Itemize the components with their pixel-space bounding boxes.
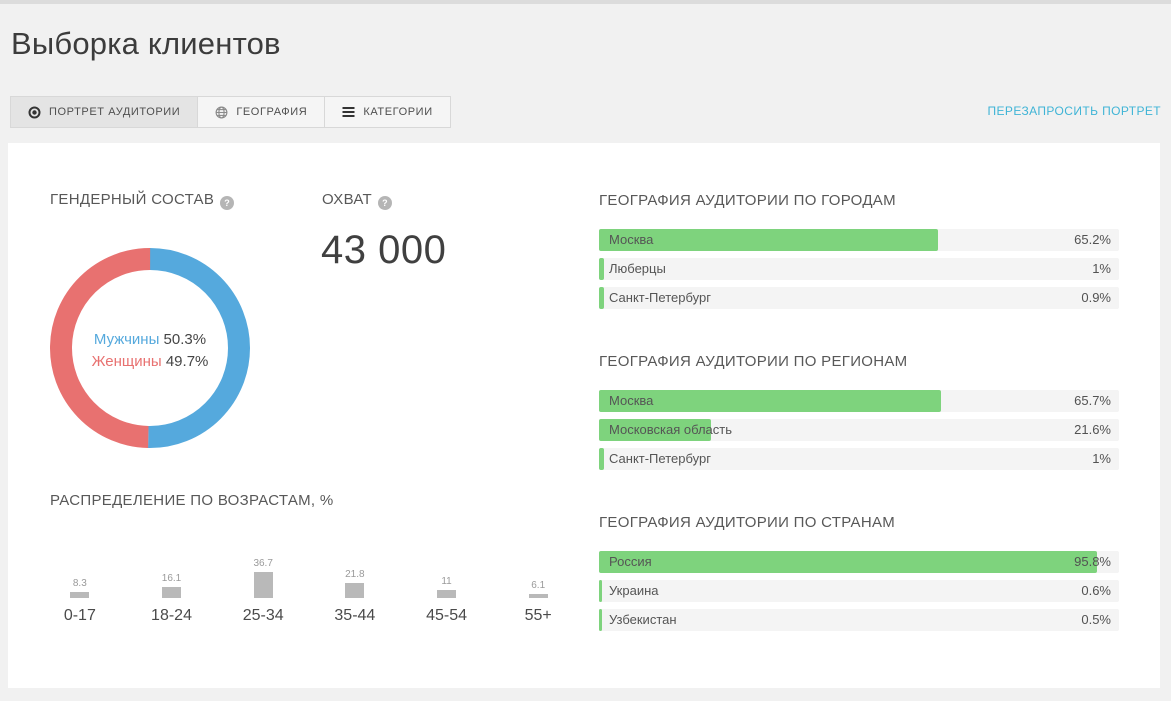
geo-row-label: Московская область — [609, 422, 733, 437]
geo-row-value: 1% — [1092, 261, 1111, 276]
geo-row-label: Украина — [609, 583, 659, 598]
gender-section-title: ГЕНДЕРНЫЙ СОСТАВ? — [50, 191, 235, 210]
geo-row-value: 21.6% — [1074, 422, 1111, 437]
regions-section-title: ГЕОГРАФИЯ АУДИТОРИИ ПО РЕГИОНАМ — [599, 353, 908, 370]
refresh-portrait-link[interactable]: ПЕРЕЗАПРОСИТЬ ПОРТРЕТ — [987, 104, 1161, 118]
geo-row-value: 65.7% — [1074, 393, 1111, 408]
age-bar-value: 21.8 — [345, 568, 365, 580]
countries-bar-list: Россия 95.8% Украина 0.6% Узбекистан 0.5% — [599, 551, 1119, 638]
target-icon — [28, 106, 41, 119]
age-bar-category: 35-44 — [334, 607, 376, 624]
age-bar — [345, 582, 365, 598]
tab-label: ПОРТРЕТ АУДИТОРИИ — [49, 106, 181, 118]
geo-row: Москва 65.7% — [599, 390, 1119, 412]
geo-row: Москва 65.2% — [599, 229, 1119, 251]
gender-legend-value: 50.3% — [163, 331, 207, 348]
age-bar-category: 0-17 — [63, 607, 96, 624]
geo-row: Россия 95.8% — [599, 551, 1119, 573]
geo-row-value: 0.6% — [1081, 583, 1111, 598]
age-bar — [253, 572, 273, 598]
geo-row-label: Россия — [609, 554, 652, 569]
globe-icon — [215, 106, 228, 119]
gender-legend: Мужчины 50.3% Женщины 49.7% — [50, 329, 250, 373]
geo-row: Санкт-Петербург 1% — [599, 448, 1119, 470]
geo-row-value: 0.5% — [1081, 612, 1111, 627]
geo-bar-fill — [599, 448, 605, 470]
geo-row-label: Люберцы — [609, 261, 666, 276]
tab-label: КАТЕГОРИИ — [363, 106, 433, 118]
age-bar-value: 16.1 — [161, 572, 182, 584]
page-title: Выборка клиентов — [11, 26, 281, 61]
help-icon[interactable]: ? — [378, 196, 393, 210]
geo-bar-fill — [599, 580, 603, 602]
age-bar-group: 11 45-54 — [401, 535, 493, 625]
geo-bar-fill — [599, 551, 1098, 573]
age-bar-category: 25-34 — [242, 607, 284, 624]
age-section-title: РАСПРЕДЕЛЕНИЕ ПО ВОЗРАСТАМ, % — [50, 492, 334, 509]
geo-row: Украина 0.6% — [599, 580, 1119, 602]
cities-section-title: ГЕОГРАФИЯ АУДИТОРИИ ПО ГОРОДАМ — [599, 192, 896, 209]
tab-audience-portrait[interactable]: ПОРТРЕТ АУДИТОРИИ — [11, 97, 199, 127]
age-bar-value: 36.7 — [253, 558, 273, 570]
reach-section-title-text: ОХВАТ — [322, 191, 373, 208]
cities-bar-list: Москва 65.2% Люберцы 1% Санкт-Петербург 0.9% — [599, 229, 1119, 316]
age-bar-value: 6.1 — [531, 579, 546, 591]
tab-label: ГЕОГРАФИЯ — [236, 106, 308, 118]
age-bar — [437, 590, 457, 598]
report-card: ГЕНДЕРНЫЙ СОСТАВ? Мужчины 50.3% Женщины 4… — [8, 143, 1160, 688]
age-bar-category: 55+ — [524, 607, 552, 624]
age-bar — [162, 586, 181, 598]
countries-section-title: ГЕОГРАФИЯ АУДИТОРИИ ПО СТРАНАМ — [599, 514, 896, 531]
gender-legend-line: Женщины 49.7% — [50, 351, 250, 373]
geo-bar-fill — [599, 287, 604, 309]
age-bar-value: 8.3 — [72, 578, 87, 590]
age-bar-chart: 8.3 0-17 16.1 18-24 36.7 25-34 21.8 35-44 11 45-5… — [34, 535, 584, 625]
top-divider — [0, 0, 1171, 4]
geo-row-label: Москва — [609, 393, 654, 408]
help-icon[interactable]: ? — [220, 196, 235, 210]
age-bar-group: 36.7 25-34 — [217, 535, 309, 625]
menu-lines-icon — [342, 106, 355, 118]
geo-row-value: 0.9% — [1081, 290, 1111, 305]
geo-row: Узбекистан 0.5% — [599, 609, 1119, 631]
geo-row-value: 95.8% — [1074, 554, 1111, 569]
geo-bar-fill — [599, 258, 605, 280]
tab-bar: ПОРТРЕТ АУДИТОРИИ ГЕОГРАФИЯ КАТЕГОРИИ — [10, 96, 451, 128]
geo-row: Московская область 21.6% — [599, 419, 1119, 441]
geo-row-label: Узбекистан — [609, 612, 677, 627]
geo-bar-fill — [599, 609, 602, 631]
geo-row-value: 1% — [1092, 451, 1111, 466]
age-bar — [70, 592, 90, 598]
age-bar-value: 11 — [441, 576, 452, 588]
gender-section-title-text: ГЕНДЕРНЫЙ СОСТАВ — [50, 191, 215, 208]
age-bar-group: 6.1 55+ — [492, 535, 584, 625]
geo-row: Санкт-Петербург 0.9% — [599, 287, 1119, 309]
regions-bar-list: Москва 65.7% Московская область 21.6% Санкт-… — [599, 390, 1119, 477]
age-bar — [528, 593, 548, 598]
tab-geography[interactable]: ГЕОГРАФИЯ — [198, 97, 326, 127]
age-bar-group: 16.1 18-24 — [126, 535, 218, 625]
gender-legend-label: Мужчины — [93, 331, 164, 348]
age-bar-category: 18-24 — [151, 607, 192, 624]
age-bar-category: 45-54 — [426, 607, 467, 624]
geo-row: Люберцы 1% — [599, 258, 1119, 280]
geo-row-value: 65.2% — [1074, 232, 1111, 247]
age-bar-group: 21.8 35-44 — [309, 535, 401, 625]
reach-section-title: ОХВАТ? — [322, 191, 393, 210]
geo-row-label: Санкт-Петербург — [609, 290, 711, 305]
tab-categories[interactable]: КАТЕГОРИИ — [325, 97, 450, 127]
geo-row-label: Санкт-Петербург — [609, 451, 711, 466]
gender-legend-value: 49.7% — [165, 353, 209, 370]
age-bar-group: 8.3 0-17 — [34, 535, 126, 625]
geo-row-label: Москва — [609, 232, 654, 247]
gender-legend-label: Женщины — [91, 353, 166, 370]
gender-legend-line: Мужчины 50.3% — [50, 329, 250, 351]
reach-value: 43 000 — [321, 228, 447, 272]
